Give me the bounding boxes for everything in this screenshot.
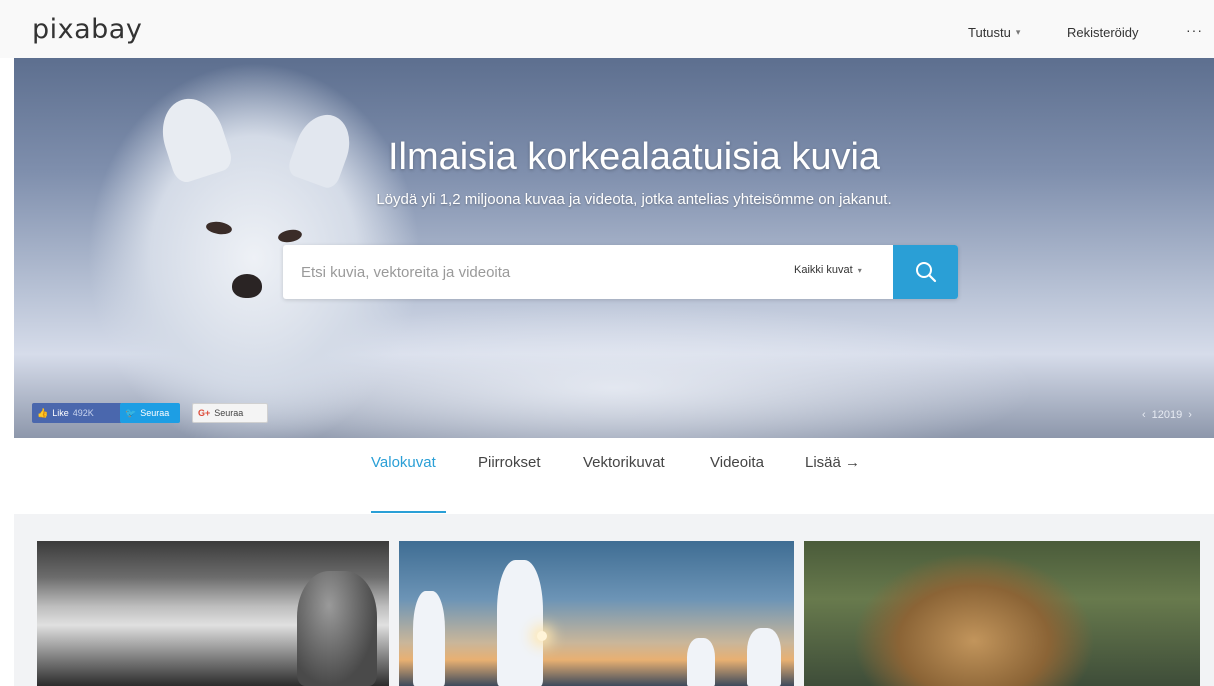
hero-image-fox-nose	[232, 274, 262, 298]
pager-value: 12019	[1151, 409, 1183, 421]
register-link[interactable]: Rekisteröidy	[1067, 25, 1139, 40]
photo-subject-tree	[497, 560, 543, 686]
chevron-down-icon: ▾	[1015, 27, 1021, 37]
search-type-label: Kaikki kuvat	[794, 264, 853, 276]
googleplus-follow-label: Seuraa	[214, 408, 244, 418]
tab-illustrations[interactable]: Piirrokset	[478, 454, 541, 471]
hero-image-fox-eye	[205, 220, 233, 236]
facebook-like-count: 492K	[72, 408, 94, 418]
hero-title: Ilmaisia korkealaatuisia kuvia	[387, 136, 881, 178]
search-type-dropdown[interactable]: Kaikki kuvat ▾	[794, 264, 862, 276]
more-menu-icon[interactable]: ···	[1186, 22, 1203, 38]
tab-photos[interactable]: Valokuvat	[371, 454, 436, 471]
photo-thumbnail[interactable]	[804, 541, 1200, 686]
hero-banner: Ilmaisia korkealaatuisia kuvia Löydä yli…	[14, 58, 1214, 438]
search-button[interactable]	[893, 245, 958, 299]
search-bar: Kaikki kuvat ▾	[283, 245, 958, 299]
tab-vectors[interactable]: Vektorikuvat	[583, 454, 665, 471]
search-input[interactable]	[283, 245, 783, 299]
hero-image-fox-eye	[277, 228, 303, 244]
twitter-follow-button[interactable]: 🐦 Seuraa	[120, 403, 180, 423]
photo-subject-tree	[747, 628, 781, 686]
thumbs-up-icon: 👍	[37, 407, 49, 418]
photo-thumbnail[interactable]	[399, 541, 794, 686]
hero-subtitle: Löydä yli 1,2 miljoona kuvaa ja videota,…	[376, 191, 892, 208]
photo-subject-woman	[297, 571, 377, 686]
photo-thumbnail[interactable]	[37, 541, 389, 686]
facebook-like-button[interactable]: 👍 Like 492K	[32, 403, 122, 423]
facebook-like-label: Like	[52, 408, 69, 418]
chevron-right-icon[interactable]: ›	[1188, 409, 1192, 421]
googleplus-follow-button[interactable]: G+ Seuraa	[192, 403, 268, 423]
photo-subject-sun	[537, 631, 547, 641]
explore-label: Tutustu	[968, 25, 1011, 40]
chevron-down-icon: ▾	[857, 265, 862, 275]
media-type-tabs: Valokuvat Piirrokset Vektorikuvat Videoi…	[0, 454, 1214, 514]
photo-subject-tree	[413, 591, 445, 686]
active-tab-indicator	[371, 511, 446, 513]
photo-subject-tree	[687, 638, 715, 686]
pixabay-logo[interactable]: pixabay	[32, 14, 142, 45]
hero-image-pager: ‹ 12019 ›	[1142, 409, 1192, 421]
twitter-bird-icon: 🐦	[125, 407, 137, 418]
tab-videos[interactable]: Videoita	[710, 454, 764, 471]
explore-menu[interactable]: Tutustu ▾	[968, 25, 1020, 40]
top-nav: pixabay Tutustu ▾ Rekisteröidy ···	[0, 0, 1214, 58]
tab-more[interactable]: Lisää →	[805, 454, 860, 471]
search-icon	[915, 262, 936, 283]
chevron-left-icon[interactable]: ‹	[1142, 409, 1146, 421]
googleplus-icon: G+	[198, 408, 211, 418]
twitter-follow-label: Seuraa	[140, 408, 170, 418]
